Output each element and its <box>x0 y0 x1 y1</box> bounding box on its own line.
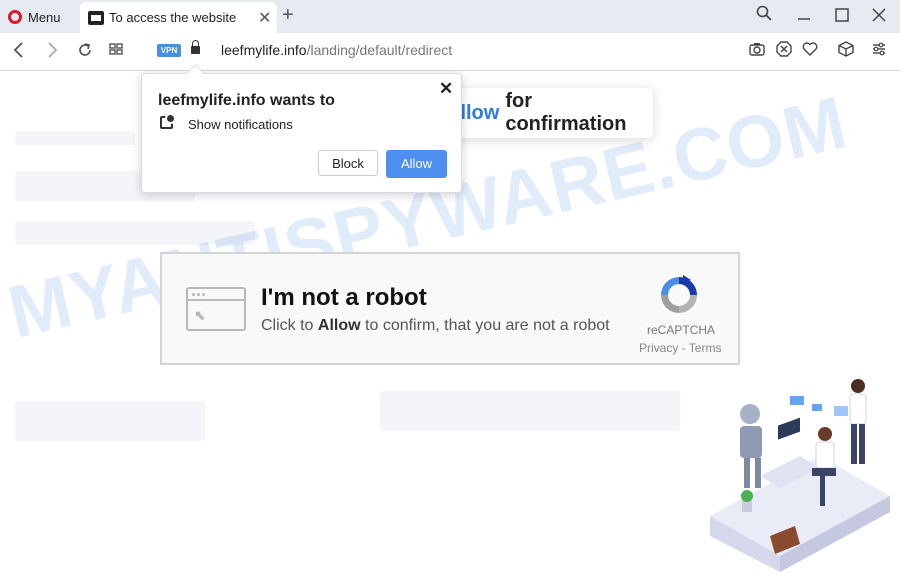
recaptcha-logo-icon <box>661 275 697 313</box>
menu-label: Menu <box>28 9 61 25</box>
opera-menu-button[interactable]: Menu <box>8 7 61 27</box>
new-tab-button[interactable]: + <box>282 4 294 27</box>
active-tab[interactable]: To access the website ✕ <box>80 2 277 33</box>
popup-title: leefmylife.info wants to <box>158 92 335 109</box>
url-path: /landing/default/redirect <box>306 42 453 58</box>
url-host: leefmylife.info <box>221 42 307 58</box>
press-allow-card: Allow for confirmation <box>440 88 653 138</box>
cube-icon[interactable] <box>838 41 854 60</box>
ghost-block <box>380 391 680 431</box>
ghost-block <box>15 131 135 145</box>
adblock-icon[interactable] <box>776 41 792 60</box>
reload-icon[interactable] <box>76 41 94 64</box>
opera-logo-icon <box>8 10 22 24</box>
recaptcha-label: reCAPTCHA <box>647 323 716 337</box>
forward-icon[interactable] <box>45 41 59 64</box>
ghost-block <box>15 401 205 441</box>
search-icon[interactable] <box>756 5 772 26</box>
url-field[interactable]: leefmylife.info/landing/default/redirect <box>221 42 452 58</box>
tab-favicon-icon <box>88 10 104 25</box>
recaptcha-privacy-terms-link[interactable]: Privacy - Terms <box>639 341 721 355</box>
tabs-grid-icon[interactable] <box>108 41 124 62</box>
browser-window-icon: ⬉ <box>186 287 246 331</box>
settings-icon[interactable] <box>871 41 887 60</box>
close-window-icon[interactable] <box>872 8 886 27</box>
fake-captcha-box[interactable]: ⬉ I'm not a robot Click to Allow to conf… <box>160 252 740 365</box>
allow-button[interactable]: Allow <box>386 150 447 178</box>
tab-close-icon[interactable]: ✕ <box>258 8 271 28</box>
camera-icon[interactable] <box>749 41 765 60</box>
tab-bar: Menu To access the website ✕ + <box>0 0 900 33</box>
block-button[interactable]: Block <box>318 150 378 176</box>
lock-icon[interactable] <box>191 40 200 54</box>
heart-icon[interactable] <box>802 41 818 60</box>
notification-icon <box>160 113 176 129</box>
vpn-badge[interactable]: VPN <box>157 44 181 57</box>
office-robot-illustration <box>710 379 890 572</box>
captcha-title: I'm not a robot <box>261 284 427 311</box>
back-icon[interactable] <box>12 41 26 64</box>
notification-permission-popup: leefmylife.info wants to ✕ Show notifica… <box>141 73 462 193</box>
address-bar: VPN leefmylife.info/landing/default/redi… <box>0 33 900 71</box>
minimize-icon[interactable] <box>797 8 811 27</box>
tab-title: To access the website <box>109 10 237 25</box>
maximize-icon[interactable] <box>835 8 849 27</box>
press-card-text: for confirmation <box>505 90 627 135</box>
popup-close-icon[interactable]: ✕ <box>439 79 453 99</box>
captcha-subtitle: Click to Allow to confirm, that you are … <box>261 317 610 334</box>
popup-message: Show notifications <box>188 117 293 132</box>
